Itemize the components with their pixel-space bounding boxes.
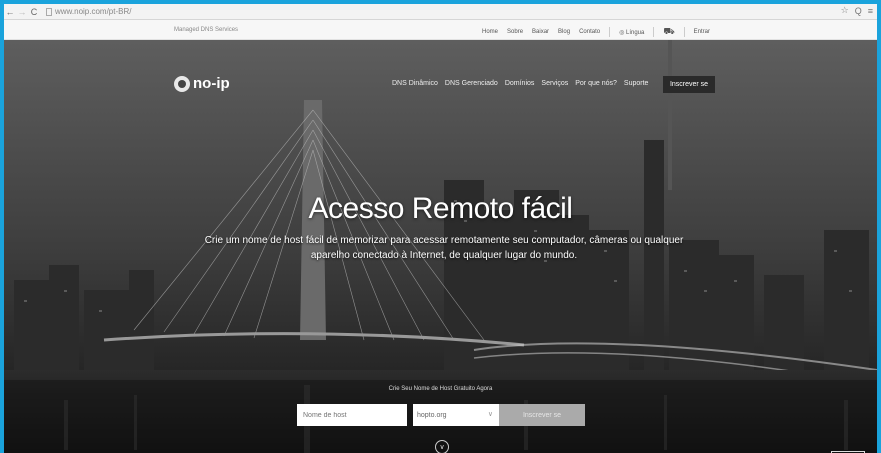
divider [653,27,655,37]
nav-dns-dinamico[interactable]: DNS Dinâmico [392,80,438,87]
hostname-input[interactable] [297,404,407,426]
signup-nav-button[interactable]: Inscrever se [663,76,715,93]
star-icon[interactable]: ☆ [841,5,849,16]
browser-toolbar: ← → C www.noip.com/pt-BR/ ☆ Q ≡ [4,4,877,20]
chevron-down-icon: ∨ [487,411,493,418]
domain-select[interactable]: hopto.org ∨ [413,404,499,426]
link-blog[interactable]: Blog [558,29,570,35]
hero-section: no-ip DNS Dinâmico DNS Gerenciado Domíni… [4,40,877,453]
main-nav: DNS Dinâmico DNS Gerenciado Domínios Ser… [392,80,648,87]
page-icon [46,7,52,16]
hero-subtitle: Crie um nome de host fácil de memorizar … [204,235,684,261]
menu-icon[interactable]: ≡ [868,6,873,16]
noip-logo[interactable]: no-ip [174,75,230,92]
nav-dominios[interactable]: Domínios [505,80,535,87]
extension-icon[interactable]: Q [855,6,862,16]
divider [683,27,685,37]
nav-por-que-nos[interactable]: Por que nós? [575,80,617,87]
hero-title: Acesso Remoto fácil [308,192,573,225]
signin-link[interactable]: Entrar [694,29,710,35]
address-bar[interactable]: www.noip.com/pt-BR/ [46,7,131,16]
top-links: Home Sobre Baixar Blog Contato ◎ Língua … [482,26,710,38]
divider [609,27,611,37]
cart-icon[interactable]: ⛟ [663,26,674,38]
globe-icon: ◎ [619,29,626,36]
language-selector[interactable]: ◎ Língua [619,29,644,36]
noip-logo-icon [174,75,190,92]
url-text: www.noip.com/pt-BR/ [55,7,132,16]
domain-select-value: hopto.org [417,411,447,419]
browser-window: ← → C www.noip.com/pt-BR/ ☆ Q ≡ Managed … [4,4,877,453]
logo-text: no-ip [193,75,230,92]
site-topbar: Managed DNS Services Home Sobre Baixar B… [4,20,877,40]
form-title: Crie Seu Nome de Host Gratuito Agora [388,386,493,392]
signup-submit-button[interactable]: Inscrever se [499,404,585,426]
scroll-down-icon[interactable]: ∨ [435,440,449,453]
reload-icon[interactable]: C [28,7,40,17]
nav-dns-gerenciado[interactable]: DNS Gerenciado [445,80,498,87]
nav-servicos[interactable]: Serviços [541,80,568,87]
tagline: Managed DNS Services [174,27,239,33]
link-baixar[interactable]: Baixar [532,29,549,35]
link-sobre[interactable]: Sobre [507,29,523,35]
language-label: Língua [625,29,645,36]
link-contato[interactable]: Contato [579,29,600,35]
forward-arrow-icon[interactable]: → [16,7,28,17]
browser-actions: ☆ Q ≡ [841,5,873,16]
back-arrow-icon[interactable]: ← [4,7,16,17]
link-home[interactable]: Home [482,29,498,35]
nav-suporte[interactable]: Suporte [624,80,649,87]
